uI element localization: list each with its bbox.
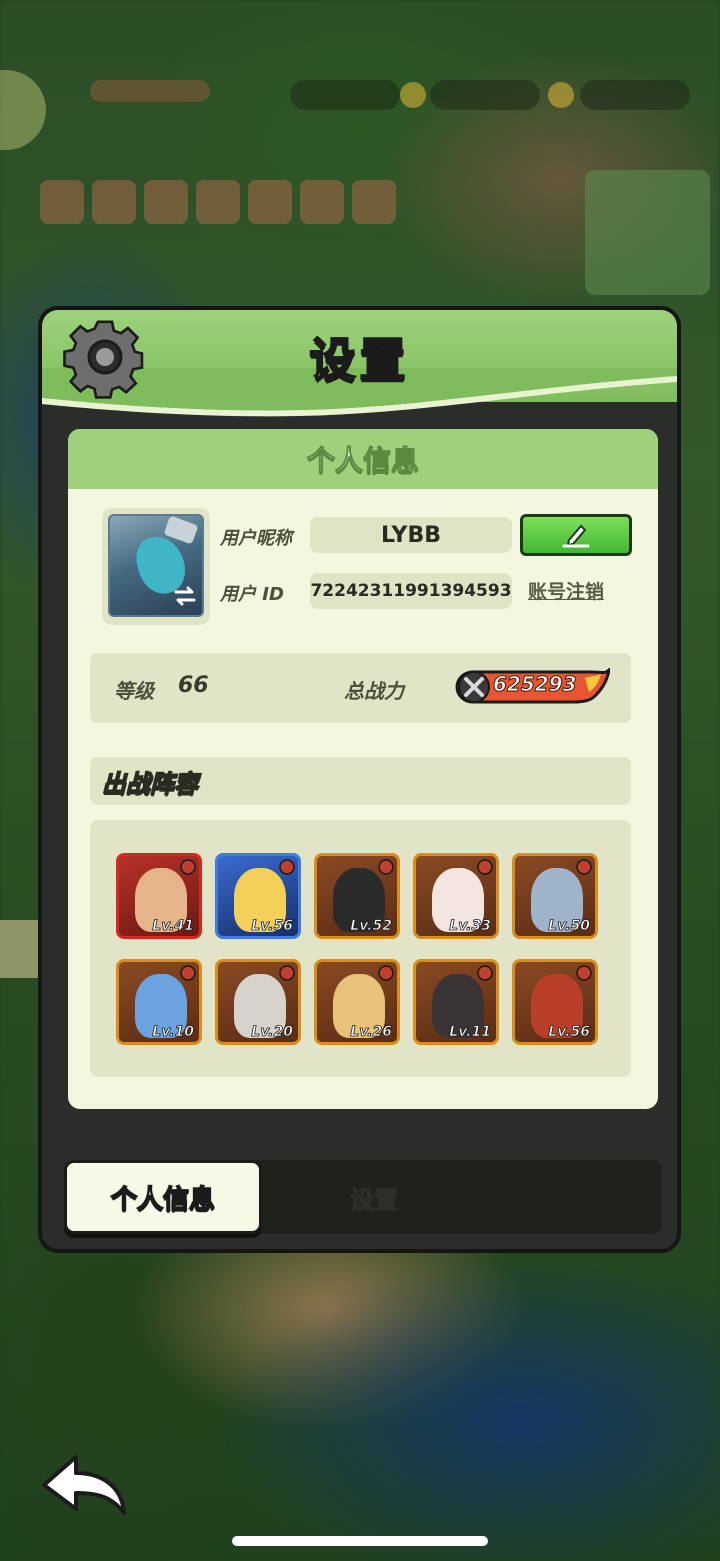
top-hud <box>0 70 720 150</box>
hero-card[interactable]: Lv.56 <box>512 959 598 1045</box>
hero-class-icon <box>477 859 493 875</box>
hud-resource <box>290 80 400 110</box>
tab-settings[interactable]: 设置 <box>304 1160 444 1234</box>
stats-bar: 等级 66 总战力 625293 <box>90 653 631 723</box>
home-indicator[interactable] <box>232 1536 488 1546</box>
hero-class-icon <box>378 859 394 875</box>
hero-class-icon <box>477 965 493 981</box>
lineup-title-bar: 出战阵容 <box>90 757 631 805</box>
user-id-value: 72242311991394593 <box>310 573 512 609</box>
dialog-title: 设置 <box>309 332 410 388</box>
nickname-label: 用户昵称 <box>220 528 292 549</box>
hero-class-icon <box>180 965 196 981</box>
pencil-icon <box>562 524 590 548</box>
hero-card[interactable]: Lv.56 <box>215 853 301 939</box>
hero-card[interactable]: Lv.20 <box>215 959 301 1045</box>
tab-profile[interactable]: 个人信息 <box>64 1160 262 1234</box>
level-label: 等级 <box>114 679 154 703</box>
lineup-title: 出战阵容 <box>101 769 199 799</box>
hero-card[interactable]: Lv.33 <box>413 853 499 939</box>
hero-level: Lv.11 <box>449 1024 492 1041</box>
avatar[interactable] <box>102 508 210 625</box>
hero-level: Lv.56 <box>251 918 294 935</box>
hud-resource <box>430 80 540 110</box>
tab-settings-label: 设置 <box>350 1185 399 1214</box>
hero-level: Lv.56 <box>548 1024 591 1041</box>
hud-resource <box>580 80 690 110</box>
tab-profile-label: 个人信息 <box>110 1184 216 1216</box>
power-label: 总战力 <box>344 679 404 703</box>
hud-player-bar <box>90 80 210 102</box>
nickname-value: LYBB <box>310 517 512 553</box>
hero-card[interactable]: Lv.10 <box>116 959 202 1045</box>
swap-icon[interactable] <box>172 583 198 609</box>
hero-card[interactable]: Lv.41 <box>116 853 202 939</box>
coin-icon <box>548 82 574 108</box>
power-badge: 625293 <box>455 668 610 706</box>
hero-class-icon <box>279 965 295 981</box>
hud-menu-button <box>0 70 46 150</box>
hero-level: Lv.33 <box>449 918 492 935</box>
power-value: 625293 <box>493 672 578 697</box>
edit-nickname-button[interactable] <box>520 514 632 556</box>
hero-level: Lv.26 <box>350 1024 393 1041</box>
blurred-hero-row <box>40 180 400 230</box>
minimap <box>585 170 710 295</box>
tab-bar: 个人信息 设置 <box>64 1160 662 1234</box>
hero-card[interactable]: Lv.26 <box>314 959 400 1045</box>
hero-class-icon <box>279 859 295 875</box>
lineup-panel: Lv.41 Lv.56 Lv.52 Lv.33 Lv.50 Lv.10 Lv.20 Lv.26… <box>90 820 631 1077</box>
hero-class-icon <box>378 965 394 981</box>
hero-level: Lv.52 <box>350 918 393 935</box>
hero-class-icon <box>576 965 592 981</box>
hero-class-icon <box>180 859 196 875</box>
hero-level: Lv.41 <box>152 918 195 935</box>
level-value: 66 <box>178 673 209 698</box>
avatar-image <box>108 514 204 617</box>
account-delete-link[interactable]: 账号注销 <box>528 577 604 604</box>
hero-class-icon <box>576 859 592 875</box>
settings-dialog: 设置 个人信息 用户昵称 LYBB 用户 ID 7224231199139459… <box>38 306 681 1253</box>
profile-section-title: 个人信息 <box>306 444 419 478</box>
hero-level: Lv.20 <box>251 1024 294 1041</box>
hero-level: Lv.10 <box>152 1024 195 1041</box>
coin-icon <box>400 82 426 108</box>
hero-card[interactable]: Lv.11 <box>413 959 499 1045</box>
back-arrow-icon[interactable] <box>38 1451 130 1521</box>
hero-level: Lv.50 <box>548 918 591 935</box>
hero-card[interactable]: Lv.50 <box>512 853 598 939</box>
profile-card: 个人信息 用户昵称 LYBB 用户 ID 72242311991394593 账… <box>68 429 658 1109</box>
hero-card[interactable]: Lv.52 <box>314 853 400 939</box>
profile-card-header: 个人信息 <box>68 429 658 489</box>
hero-grid: Lv.41 Lv.56 Lv.52 Lv.33 Lv.50 Lv.10 Lv.20 Lv.26… <box>116 853 606 1045</box>
user-id-label: 用户 ID <box>220 584 284 605</box>
